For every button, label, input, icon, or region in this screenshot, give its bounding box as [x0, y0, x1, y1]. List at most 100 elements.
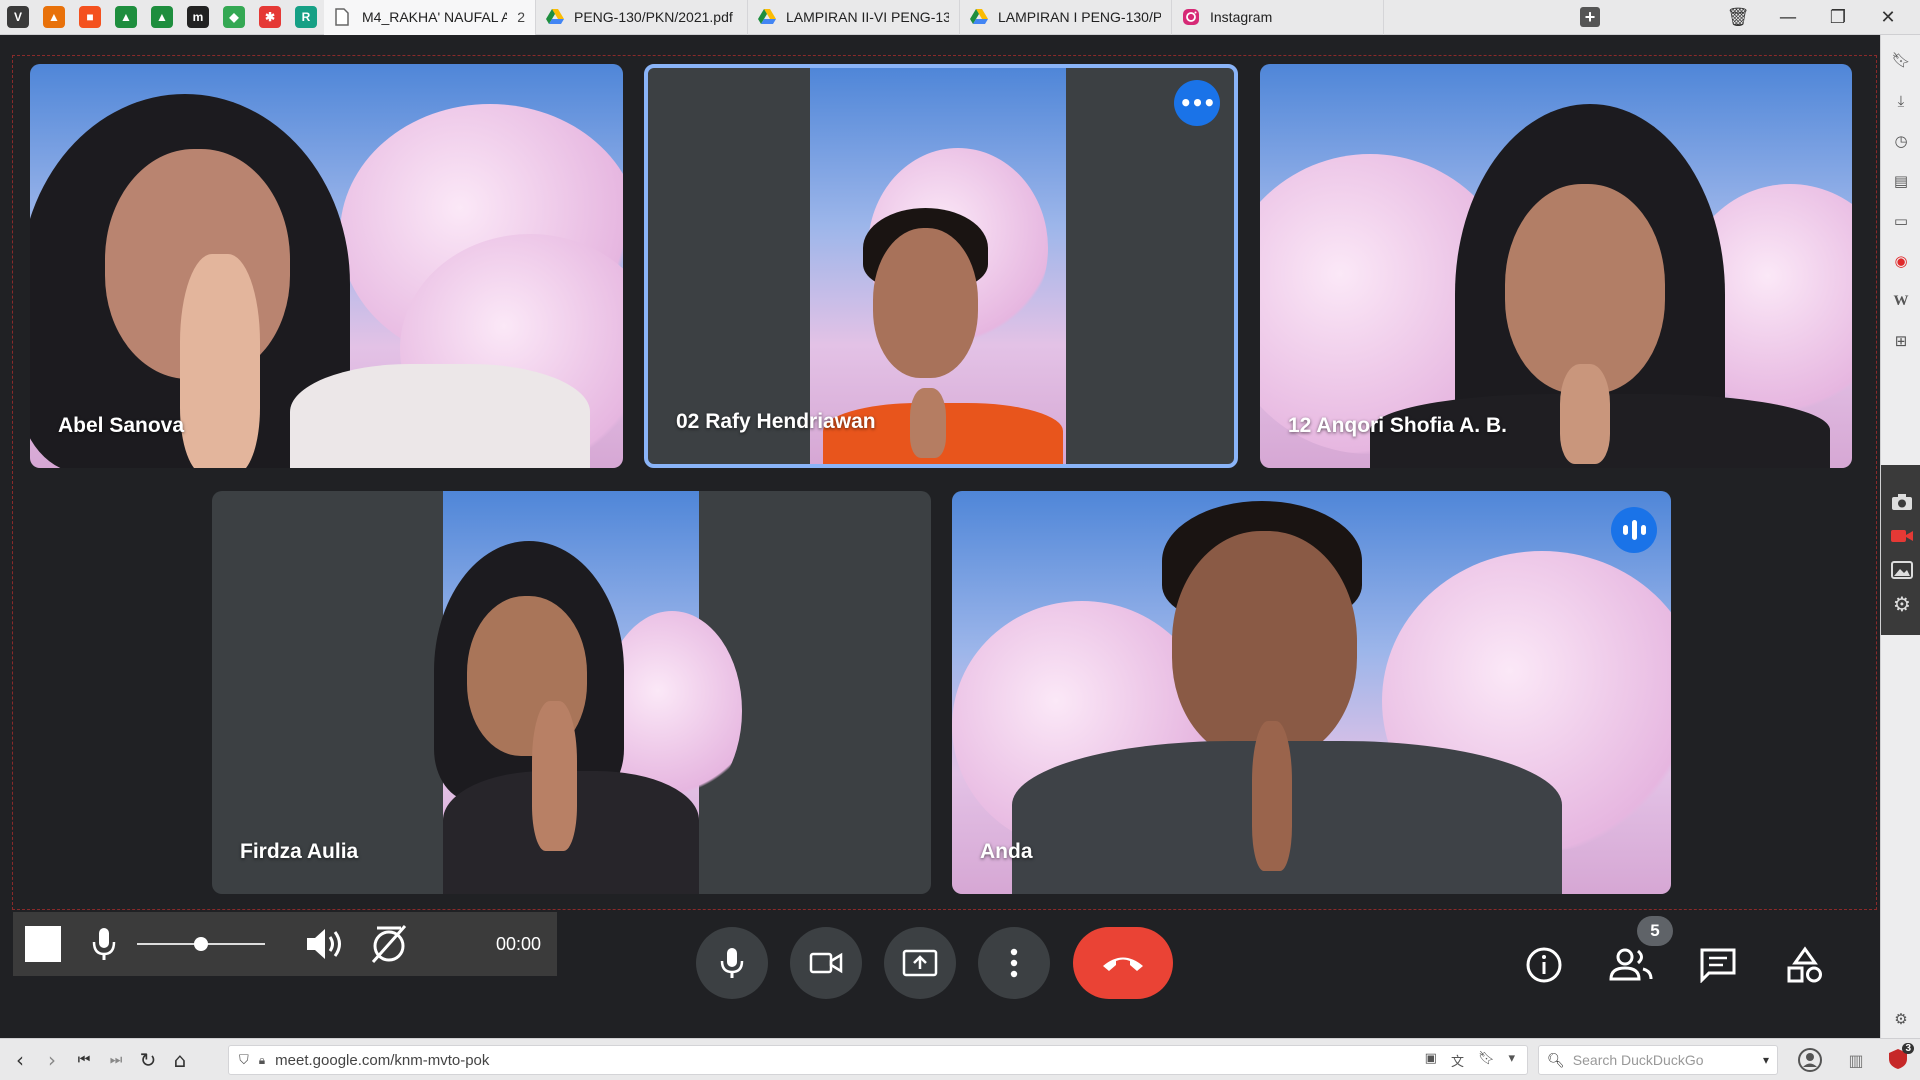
bookmark-icon[interactable]: 🔖︎	[1890, 49, 1912, 71]
url-field[interactable]: ⛉ 🔒︎ meet.google.com/knm-mvto-pok ▣ 文 🔖︎…	[228, 1045, 1528, 1075]
microphone-button[interactable]	[696, 927, 768, 999]
participant-tile-self[interactable]: Anda	[952, 491, 1671, 894]
browser-tab[interactable]: Instagram	[1172, 0, 1384, 35]
stop-recording-button[interactable]	[25, 926, 61, 962]
profile-avatar-icon[interactable]	[1794, 1044, 1826, 1076]
vivaldi-red-icon[interactable]: ◉	[1890, 250, 1912, 272]
extension-shield-icon[interactable]: 3	[1886, 1043, 1914, 1073]
more-options-button[interactable]	[978, 927, 1050, 999]
speaking-indicator-icon	[1611, 507, 1657, 553]
minimize-button[interactable]: —	[1763, 0, 1813, 35]
participant-tile[interactable]: 12 Anqori Shofia A. B.	[1260, 64, 1852, 468]
camera-off-icon[interactable]	[367, 922, 411, 966]
rewind-icon[interactable]: ⏮	[68, 1044, 100, 1076]
colorful-app-icon: ◆	[223, 6, 245, 28]
document-icon	[334, 8, 352, 26]
participant-tile[interactable]: Firdza Aulia	[212, 491, 931, 894]
pinned-tab[interactable]: ■	[72, 0, 108, 35]
new-tab-button[interactable]: +	[1572, 0, 1608, 35]
recording-timer: 00:00	[495, 933, 541, 954]
settings-gear-icon[interactable]: ⚙	[1889, 591, 1915, 617]
panel-settings-icon[interactable]: ⚙	[1890, 1008, 1912, 1030]
pinned-tab[interactable]: V	[0, 0, 36, 35]
meeting-details-button[interactable]	[1520, 941, 1568, 989]
add-panel-icon[interactable]: ⊞	[1890, 330, 1912, 352]
forward-icon[interactable]: ›	[36, 1044, 68, 1076]
tab-title: LAMPIRAN I PENG-130/PKN	[998, 9, 1161, 25]
download-icon[interactable]: ⤓	[1890, 90, 1912, 112]
browser-tab-bar: V ▲ ■ ▲ ▲ m ◆ ✱ R M4_RAKHA' NAUFAL A 2 PENG-130/PK…	[0, 0, 1920, 35]
url-dropdown-icon[interactable]: ▾	[1508, 1051, 1515, 1070]
tab-stack-count: 2	[517, 9, 525, 25]
search-placeholder: Search DuckDuckGo	[1572, 1052, 1704, 1068]
restore-button[interactable]: ❐	[1813, 0, 1863, 35]
google-drive-icon	[758, 8, 776, 26]
activities-button[interactable]	[1781, 941, 1829, 989]
bookmark-page-icon[interactable]: 🔖︎	[1478, 1051, 1495, 1070]
volume-slider[interactable]	[137, 937, 265, 951]
participant-tile[interactable]: Abel Sanova	[30, 64, 623, 468]
recorder-mic-icon[interactable]	[89, 926, 119, 962]
google-drive-icon: ▲	[115, 6, 137, 28]
capture-toolbar: ⚙	[1881, 465, 1920, 635]
hang-up-icon	[1103, 957, 1143, 971]
url-text: meet.google.com/knm-mvto-pok	[275, 1051, 490, 1069]
camera-permission-icon[interactable]: ▣	[1425, 1051, 1437, 1070]
window-tile-icon[interactable]: ▥	[1840, 1044, 1872, 1076]
browser-tab[interactable]: LAMPIRAN II-VI PENG-130/	[748, 0, 960, 35]
meet-stage: Abel Sanova ••• 02 Rafy Hendriawan 12 An…	[0, 35, 1880, 1038]
camera-icon[interactable]	[1889, 489, 1915, 515]
wikipedia-icon[interactable]: W	[1890, 290, 1912, 312]
search-engine-dropdown-icon[interactable]: ▾	[1763, 1053, 1769, 1067]
pinned-tab[interactable]: ▲	[36, 0, 72, 35]
show-everyone-button[interactable]	[1607, 941, 1655, 989]
history-icon[interactable]: ◷	[1890, 130, 1912, 152]
pinned-tab[interactable]: ▲	[108, 0, 144, 35]
pinned-tab[interactable]: m	[180, 0, 216, 35]
translate-icon[interactable]: 文	[1451, 1051, 1464, 1070]
fast-forward-icon[interactable]: ⏭	[100, 1044, 132, 1076]
window-panel-icon[interactable]: ▭	[1890, 210, 1912, 232]
google-drive-icon: ▲	[151, 6, 173, 28]
volume-slider-knob[interactable]	[194, 937, 208, 951]
camera-button[interactable]	[790, 927, 862, 999]
shield-icon[interactable]: ⛉	[239, 1052, 249, 1068]
browser-tab[interactable]: PENG-130/PKN/2021.pdf -	[536, 0, 748, 35]
pinned-tab[interactable]: R	[288, 0, 324, 35]
close-window-button[interactable]: ✕	[1863, 0, 1913, 35]
home-icon[interactable]: ⌂	[164, 1044, 196, 1076]
trash-icon[interactable]: 🗑	[1713, 0, 1763, 35]
tab-title: LAMPIRAN II-VI PENG-130/	[786, 9, 949, 25]
browser-tab[interactable]: M4_RAKHA' NAUFAL A 2	[324, 0, 536, 35]
microphone-icon	[720, 948, 744, 978]
leave-call-button[interactable]	[1073, 927, 1173, 999]
m-app-icon: m	[187, 6, 209, 28]
search-field[interactable]: 🔍︎ Search DuckDuckGo ▾	[1538, 1045, 1778, 1075]
app-orange-icon: ▲	[43, 6, 65, 28]
instagram-icon	[1182, 8, 1200, 26]
video-camera-icon	[809, 952, 843, 974]
vivaldi-icon: V	[7, 6, 29, 28]
google-drive-icon	[546, 8, 564, 26]
browser-tab[interactable]: LAMPIRAN I PENG-130/PKN	[960, 0, 1172, 35]
notes-icon[interactable]: ▤	[1890, 170, 1912, 192]
pinned-tab[interactable]: ✱	[252, 0, 288, 35]
google-drive-icon	[970, 8, 988, 26]
pinned-tab[interactable]: ▲	[144, 0, 180, 35]
present-screen-button[interactable]	[884, 927, 956, 999]
rg-app-icon: R	[295, 6, 317, 28]
bag-icon: ■	[79, 6, 101, 28]
pinned-tab[interactable]: ◆	[216, 0, 252, 35]
browser-address-bar: ‹ › ⏮ ⏭ ↻ ⌂ ⛉ 🔒︎ meet.google.com/knm-mvt…	[0, 1038, 1920, 1080]
more-options-icon[interactable]: •••	[1174, 80, 1220, 126]
speaker-volume-icon[interactable]	[303, 924, 347, 964]
gallery-icon[interactable]	[1889, 557, 1915, 583]
record-video-icon[interactable]	[1889, 523, 1915, 549]
participant-name: Firdza Aulia	[240, 840, 359, 863]
participant-name: Anda	[980, 840, 1033, 863]
reload-icon[interactable]: ↻	[132, 1044, 164, 1076]
back-icon[interactable]: ‹	[4, 1044, 36, 1076]
shapes-icon	[1787, 946, 1822, 983]
participant-tile-highlighted[interactable]: ••• 02 Rafy Hendriawan	[644, 64, 1238, 468]
chat-button[interactable]	[1694, 941, 1742, 989]
